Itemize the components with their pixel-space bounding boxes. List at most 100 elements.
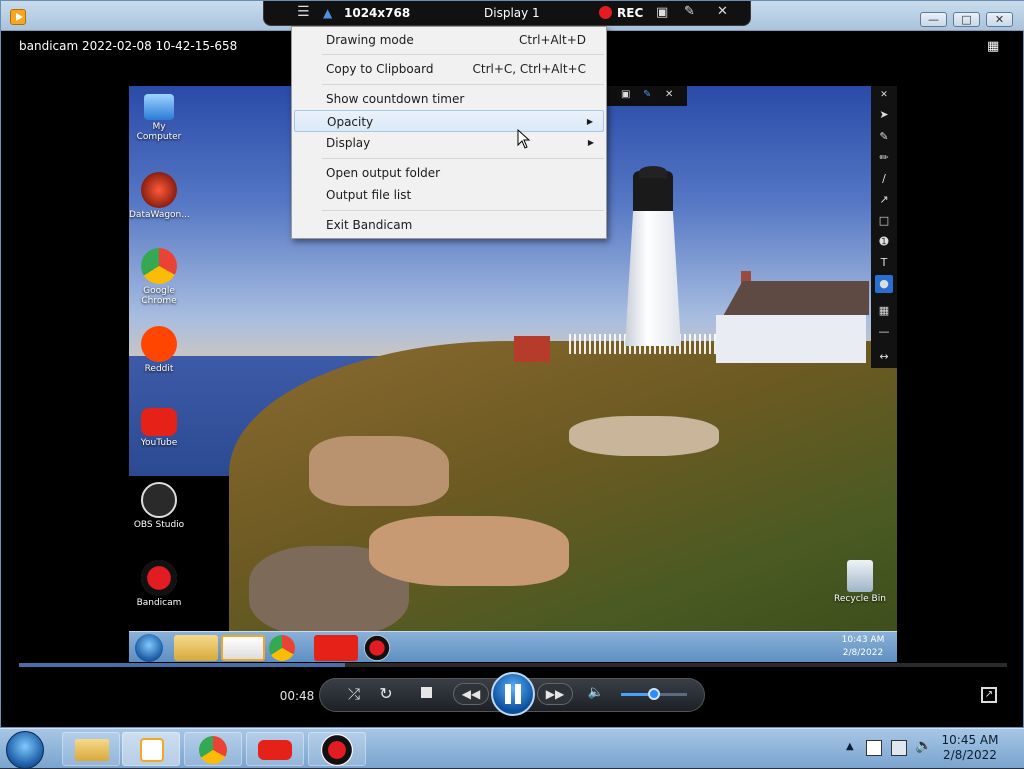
fast-forward-button[interactable]: ▶▶ xyxy=(537,683,573,705)
desktop-icon-recycle-bin[interactable]: Recycle Bin xyxy=(830,560,890,604)
menu-separator xyxy=(322,210,604,211)
collapse-icon[interactable]: ✕ xyxy=(717,4,728,19)
text-icon[interactable]: T xyxy=(875,254,893,272)
obs-icon xyxy=(141,482,177,518)
swap-icon[interactable]: ↔ xyxy=(875,348,893,366)
chrome-icon xyxy=(199,736,227,764)
menu-item-label: Output file list xyxy=(326,188,412,202)
pencil-icon[interactable]: ✎ xyxy=(684,4,695,19)
taskbar-clock[interactable]: 10:45 AM 2/8/2022 xyxy=(935,733,1005,763)
desktop-icon-label: My Computer xyxy=(136,122,182,142)
volume-tray-icon[interactable]: 🔈 xyxy=(915,738,932,754)
wallpaper-rock xyxy=(309,436,449,506)
menu-item-label: Drawing mode xyxy=(326,33,414,47)
media-player-icon xyxy=(221,635,265,661)
submenu-arrow-icon: ▶ xyxy=(586,117,593,126)
rec-button[interactable]: REC xyxy=(617,6,643,20)
menu-item-display[interactable]: Display ▶ xyxy=(294,132,604,154)
desktop-icon-label: YouTube xyxy=(140,438,178,448)
desktop-icon-reddit[interactable]: Reddit xyxy=(129,326,189,374)
menu-separator xyxy=(322,84,604,85)
line-icon[interactable]: ∕ xyxy=(875,170,893,188)
menu-item-output-file-list[interactable]: Output file list xyxy=(294,184,604,206)
close-icon[interactable]: ✕ xyxy=(875,86,893,104)
recycle-bin-icon xyxy=(847,560,873,592)
bandicam-control-bar: ☰ ▲ 1024x768 Display 1 REC ▣ ✎ ✕ xyxy=(263,1,751,26)
youtube-icon xyxy=(258,740,292,760)
seek-bar-fill xyxy=(19,663,346,667)
lighthouse-tower xyxy=(625,206,681,346)
bandicam-app-icon[interactable] xyxy=(10,9,26,25)
menu-item-label: Exit Bandicam xyxy=(326,218,413,232)
camera-icon[interactable]: ▣ xyxy=(656,5,668,20)
captured-taskbar: 10:43 AM 2/8/2022 xyxy=(129,631,897,662)
minimize-button[interactable]: — xyxy=(920,12,947,27)
menu-item-drawing-mode[interactable]: Drawing mode Ctrl+Alt+D xyxy=(294,29,604,51)
taskbar-explorer[interactable] xyxy=(62,732,120,766)
tray-expand-icon[interactable]: ▲ xyxy=(846,741,854,752)
eraser-icon[interactable]: ▦ xyxy=(875,302,893,320)
maximize-button[interactable]: □ xyxy=(953,12,980,27)
submenu-arrow-icon: ▶ xyxy=(587,138,594,147)
wallpaper-rock xyxy=(369,516,569,586)
menu-item-show-countdown-timer[interactable]: Show countdown timer xyxy=(294,88,604,110)
context-menu: Drawing mode Ctrl+Alt+D Copy to Clipboar… xyxy=(291,26,607,239)
taskbar-bandicam[interactable] xyxy=(308,732,366,766)
computer-icon xyxy=(144,94,174,120)
desktop-icon-label: DataWagon... xyxy=(129,210,190,220)
explorer-icon xyxy=(174,635,218,661)
menu-item-label: Copy to Clipboard xyxy=(326,62,434,76)
lighthouse-cap xyxy=(639,166,667,178)
highlighter-icon[interactable]: ✏ xyxy=(875,149,893,167)
menu-item-opacity[interactable]: Opacity ▶ xyxy=(294,110,604,132)
taskbar-media-player[interactable] xyxy=(122,732,180,766)
arrow-icon[interactable]: ↗ xyxy=(875,191,893,209)
windows-taskbar: ▲ 🔈 xyxy=(0,728,1024,769)
taskbar-chrome[interactable] xyxy=(184,732,242,766)
record-icon[interactable] xyxy=(599,6,612,19)
resolution-label[interactable]: 1024x768 xyxy=(344,6,410,20)
desktop-icon-datawagon[interactable]: DataWagon... xyxy=(129,172,190,220)
stop-button[interactable] xyxy=(418,685,434,699)
fullscreen-icon[interactable]: ↗ xyxy=(981,687,997,703)
pen-icon[interactable]: ✎ xyxy=(875,128,893,146)
desktop-icon-youtube[interactable]: YouTube xyxy=(129,408,189,448)
pause-icon-bar xyxy=(515,684,521,704)
start-button[interactable] xyxy=(6,731,44,769)
rectangle-icon[interactable]: □ xyxy=(875,212,893,230)
volume-icon[interactable]: 🔈 xyxy=(587,685,605,700)
mouse-cursor-icon xyxy=(517,129,531,149)
pin-icon[interactable]: ▲ xyxy=(323,6,332,20)
color-picker-icon[interactable]: ● xyxy=(875,275,893,293)
shuffle-icon[interactable]: ⤮ xyxy=(343,685,365,703)
menu-item-shortcut: Ctrl+C, Ctrl+Alt+C xyxy=(472,62,586,76)
menu-item-exit-bandicam[interactable]: Exit Bandicam xyxy=(294,214,604,236)
pointer-icon[interactable]: ➤ xyxy=(875,106,893,124)
desktop-icon-obs[interactable]: OBS Studio xyxy=(129,482,189,530)
desktop-icon-bandicam[interactable]: Bandicam xyxy=(129,560,189,608)
menu-icon[interactable]: ☰ xyxy=(297,4,310,20)
clear-icon[interactable]: — xyxy=(875,323,893,341)
playlist-icon[interactable]: ▦ xyxy=(987,39,1005,55)
close-button[interactable]: ✕ xyxy=(986,12,1013,27)
rewind-button[interactable]: ◀◀ xyxy=(453,683,489,705)
volume-slider[interactable] xyxy=(621,688,687,700)
menu-item-copy-to-clipboard[interactable]: Copy to Clipboard Ctrl+C, Ctrl+Alt+C xyxy=(294,58,604,80)
desktop-icon-chrome[interactable]: Google Chrome xyxy=(129,248,189,306)
video-title: bandicam 2022-02-08 10-42-15-658 xyxy=(19,39,238,53)
numbering-icon[interactable]: ➊ xyxy=(875,233,893,251)
menu-item-open-output-folder[interactable]: Open output folder xyxy=(294,162,604,184)
pause-button[interactable] xyxy=(491,672,535,716)
action-center-icon[interactable] xyxy=(866,740,882,756)
taskbar-youtube[interactable] xyxy=(246,732,304,766)
repeat-icon[interactable]: ↻ xyxy=(375,684,397,703)
network-icon[interactable] xyxy=(891,740,907,756)
display-label[interactable]: Display 1 xyxy=(484,6,540,20)
seek-bar[interactable] xyxy=(19,663,1007,667)
menu-item-label: Opacity xyxy=(327,115,374,129)
menu-item-label: Open output folder xyxy=(326,166,441,180)
clock-date: 2/8/2022 xyxy=(943,748,997,762)
desktop-icon-my-computer[interactable]: My Computer xyxy=(129,94,189,142)
volume-slider-knob[interactable] xyxy=(648,688,660,700)
clock-time: 10:45 AM xyxy=(941,733,999,747)
